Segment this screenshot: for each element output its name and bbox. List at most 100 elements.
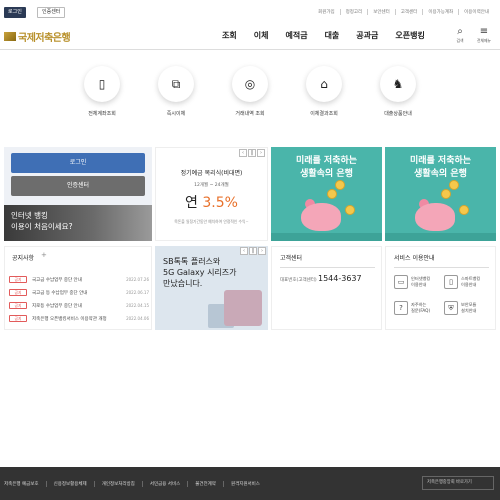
notice-item-date: 2022.06.17 [126, 290, 149, 295]
notice-item[interactable]: 공지 저축은행 오픈뱅킹서비스 이용약관 개정 2022.04.06 [9, 312, 149, 325]
nav-item[interactable]: 공과금 [356, 30, 378, 41]
coin-icon [449, 180, 459, 190]
product-note: 목돈을 일정기간동안 예치하여 안정적인 수익~ [174, 219, 249, 224]
footer-link[interactable]: 불건전계약 [187, 481, 223, 487]
notice-item-date: 2022.04.06 [126, 316, 149, 321]
product-title: 정기예금 복리식(비대면) [180, 170, 243, 177]
search-icon: ⌕ [457, 26, 463, 37]
top-login-button[interactable]: 로그인 [4, 7, 26, 18]
util-link[interactable]: 고객센터 [394, 9, 423, 15]
logo[interactable]: 국제저축은행 [4, 29, 71, 44]
promo-banner[interactable]: ‹ ‖ › SB톡톡 플러스와 5G Galaxy 시리즈가 만났습니다. [155, 246, 268, 330]
product-rate: 연 3.5% [156, 192, 267, 212]
footer-link[interactable]: 원격지원서비스 [222, 481, 267, 487]
all-menu-button[interactable]: ≡ 전체메뉴 [474, 26, 494, 44]
piggy-bank-icon [301, 203, 341, 231]
svc-security[interactable]: ⛨ 보안모듈 설치안내 [444, 301, 496, 315]
saving-banner[interactable]: 미래를 저축하는 생활속의 은행 [385, 147, 496, 241]
quick-all-accounts[interactable]: ▯ 전체계좌조회 [72, 66, 132, 117]
quick-transfer-result[interactable]: ⌂ 이체결과조회 [294, 66, 354, 117]
coin-icon [441, 189, 451, 199]
svc-label: 보안모듈 설치안내 [461, 302, 477, 313]
svc-internet-banking[interactable]: ▭ 인터넷뱅킹 이용안내 [394, 275, 446, 289]
cs-title: 고객센터 [280, 255, 303, 262]
saving-banner-text: 미래를 저축하는 생활속의 은행 [409, 156, 472, 179]
logo-text: 국제저축은행 [18, 33, 71, 44]
notice-item[interactable]: 공지 국고금 수납업무 중단 안내 2022.07.26 [9, 273, 149, 286]
quick-label: 전체계좌조회 [88, 111, 116, 117]
cs-phone-number: 1544-3637 [318, 274, 362, 283]
main-nav: 조회 이체 예적금 대출 공과금 오픈뱅킹 [222, 30, 442, 41]
nav-item[interactable]: 예적금 [285, 30, 307, 41]
next-button[interactable]: › [258, 247, 266, 255]
piggy-bank-icon [415, 203, 455, 231]
footer-link[interactable]: 개인정보처리방침 [93, 481, 142, 487]
menu-icon: ≡ [479, 26, 489, 37]
svc-faq[interactable]: ? 자주하는 질문(FAQ) [394, 301, 446, 315]
header-divider [0, 49, 500, 50]
divider [280, 267, 375, 268]
family-site-select[interactable]: 저축은행중앙회 바로가기 [422, 476, 494, 490]
phone-image [224, 290, 262, 326]
pause-button[interactable]: ‖ [248, 149, 256, 157]
svc-label: 자주하는 질문(FAQ) [411, 302, 431, 313]
promo-text: SB톡톡 플러스와 5G Galaxy 시리즈가 만났습니다. [163, 257, 237, 288]
saving-banner-text: 미래를 저축하는 생활속의 은행 [295, 156, 358, 179]
util-link[interactable]: 보안센터 [367, 9, 395, 15]
notice-more-button[interactable]: + [41, 251, 47, 259]
quick-loan[interactable]: ♞ 대출상품안내 [368, 66, 428, 117]
quick-transfer[interactable]: ⧉ 즉시이체 [146, 66, 206, 117]
notice-tag: 공지 [9, 315, 27, 322]
deposit-product-card[interactable]: ‹ ‖ › 정기예금 복리식(비대면) 12개월 ~ 24개월 연 3.5% 목… [155, 147, 268, 241]
notice-title: 공지사항 [12, 255, 35, 262]
top-cert-button[interactable]: 인증센터 [37, 7, 66, 18]
notice-card: 공지사항 + 공지 국고금 수납업무 중단 안내 2022.07.26 공지 국… [4, 246, 152, 330]
nav-item[interactable]: 오픈뱅킹 [395, 30, 424, 41]
login-button[interactable]: 로그인 [11, 153, 145, 173]
nav-item[interactable]: 이체 [254, 30, 269, 41]
pause-button[interactable]: ‖ [249, 247, 257, 255]
nav-item[interactable]: 조회 [222, 30, 237, 41]
next-button[interactable]: › [257, 149, 265, 157]
coin-icon [459, 205, 469, 215]
footer-link[interactable]: 신용정보활용체제 [45, 481, 94, 487]
svc-title: 서비스 이용안내 [394, 255, 435, 262]
notice-item[interactable]: 공지 국고금 등 수납업무 중단 안내 2022.06.17 [9, 286, 149, 299]
notice-item[interactable]: 공지 지로등 수납업무 중단 안내 2022.04.15 [9, 299, 149, 312]
internet-banking-banner[interactable]: 인터넷 뱅킹 이용이 처음이세요? [4, 205, 152, 241]
cs-label: 대표번호(고객센터) [280, 278, 317, 283]
all-menu-label: 전체메뉴 [477, 38, 491, 43]
footer-links: 저축은행 예금보호 신용정보활용체제 개인정보처리방침 서민금융 서비스 불건전… [4, 481, 267, 487]
coin-icon [335, 180, 345, 190]
util-link[interactable]: 회원가입 [313, 9, 340, 15]
quick-label: 대출상품안내 [384, 111, 412, 117]
util-link[interactable]: 청정고리 [339, 9, 368, 15]
cert-center-button[interactable]: 인증센터 [11, 176, 145, 196]
footer-link[interactable]: 서민금융 서비스 [141, 481, 187, 487]
product-period: 12개월 ~ 24개월 [194, 183, 229, 188]
banner-ground [385, 233, 496, 241]
saving-banner[interactable]: 미래를 저축하는 생활속의 은행 [271, 147, 382, 241]
svc-label: 인터넷뱅킹 이용안내 [411, 276, 431, 287]
prev-button[interactable]: ‹ [239, 149, 247, 157]
nav-item[interactable]: 대출 [325, 30, 340, 41]
slider-controls: ‹ ‖ › [238, 149, 265, 157]
account-icon: ▯ [84, 66, 120, 102]
notice-item-title: 국고금 수납업무 중단 안내 [32, 277, 82, 283]
utility-bar: 로그인 인증센터 회원가입 청정고리 보안센터 고객센터 이용가능계좌 이용이력… [0, 0, 500, 24]
footer-link[interactable]: 저축은행 예금보호 [4, 481, 46, 487]
util-link[interactable]: 이용가능계좌 [422, 9, 458, 15]
notice-item-date: 2022.07.26 [126, 277, 149, 282]
mobile-icon: ▯ [444, 275, 458, 289]
svc-smart-banking[interactable]: ▯ 스마트뱅킹 이용안내 [444, 275, 496, 289]
quick-history[interactable]: ◎ 거래내역 조회 [220, 66, 280, 117]
prev-button[interactable]: ‹ [240, 247, 248, 255]
slider-controls: ‹ ‖ › [239, 247, 266, 255]
header: 국제저축은행 조회 이체 예적금 대출 공과금 오픈뱅킹 ⌕ 검색 ≡ 전체메뉴 [0, 24, 500, 49]
search-button[interactable]: ⌕ 검색 [450, 26, 470, 44]
login-card: 로그인 인증센터 인터넷 뱅킹 이용이 처음이세요? [4, 147, 152, 241]
util-link[interactable]: 이용이력안내 [458, 9, 494, 15]
banner-ground [271, 233, 382, 241]
header-icons: ⌕ 검색 ≡ 전체메뉴 [446, 26, 494, 44]
rate-prefix: 연 [185, 195, 203, 211]
